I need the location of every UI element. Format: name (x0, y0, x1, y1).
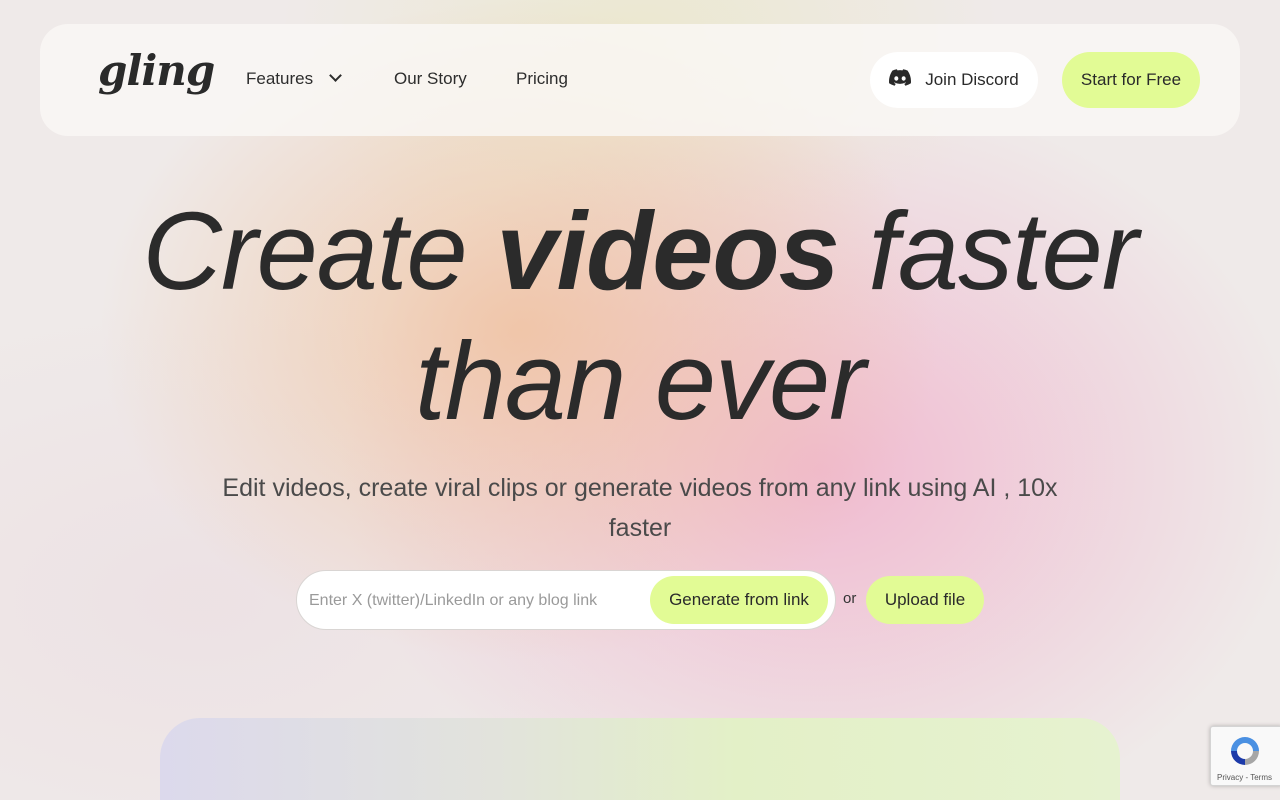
link-input[interactable] (309, 585, 645, 617)
upload-file-button[interactable]: Upload file (866, 576, 984, 624)
logo-sparkle-icon: ✦ (133, 54, 142, 65)
join-discord-button[interactable]: Join Discord (870, 52, 1038, 108)
nav-item-pricing[interactable]: Pricing (516, 69, 568, 89)
join-discord-label: Join Discord (925, 70, 1019, 89)
generate-from-link-button[interactable]: Generate from link (650, 576, 828, 624)
headline-create: Create (142, 190, 468, 313)
recaptcha-privacy-link[interactable]: Privacy (1217, 773, 1243, 782)
chevron-down-icon (329, 69, 342, 82)
nav-item-features[interactable]: Features (246, 69, 342, 89)
hero-subtitle: Edit videos, create viral clips or gener… (222, 474, 1058, 542)
hero-headline-line2: than ever (0, 322, 1280, 442)
recaptcha-icon (1227, 733, 1263, 773)
generate-link-form: Generate from link (296, 570, 836, 630)
headline-than-ever: than ever (415, 320, 866, 443)
nav-item-our-story[interactable]: Our Story (394, 69, 467, 89)
hero-headline-line1: Create videos faster (0, 192, 1280, 312)
start-for-free-button[interactable]: Start for Free (1062, 52, 1200, 108)
recaptcha-badge[interactable]: Privacy - Terms (1210, 726, 1280, 786)
video-preview-card (160, 718, 1120, 800)
headline-videos: videos (496, 190, 839, 313)
recaptcha-terms-link[interactable]: Terms (1250, 773, 1272, 782)
headline-faster: faster (868, 190, 1138, 313)
navbar: gling ✦ Features Our Story Pricing Join … (40, 24, 1240, 136)
nav-item-label: Features (246, 69, 314, 88)
recaptcha-links: Privacy - Terms (1217, 773, 1272, 782)
logo[interactable]: gling (98, 46, 215, 95)
discord-icon (889, 69, 912, 91)
or-separator: or (843, 590, 857, 607)
